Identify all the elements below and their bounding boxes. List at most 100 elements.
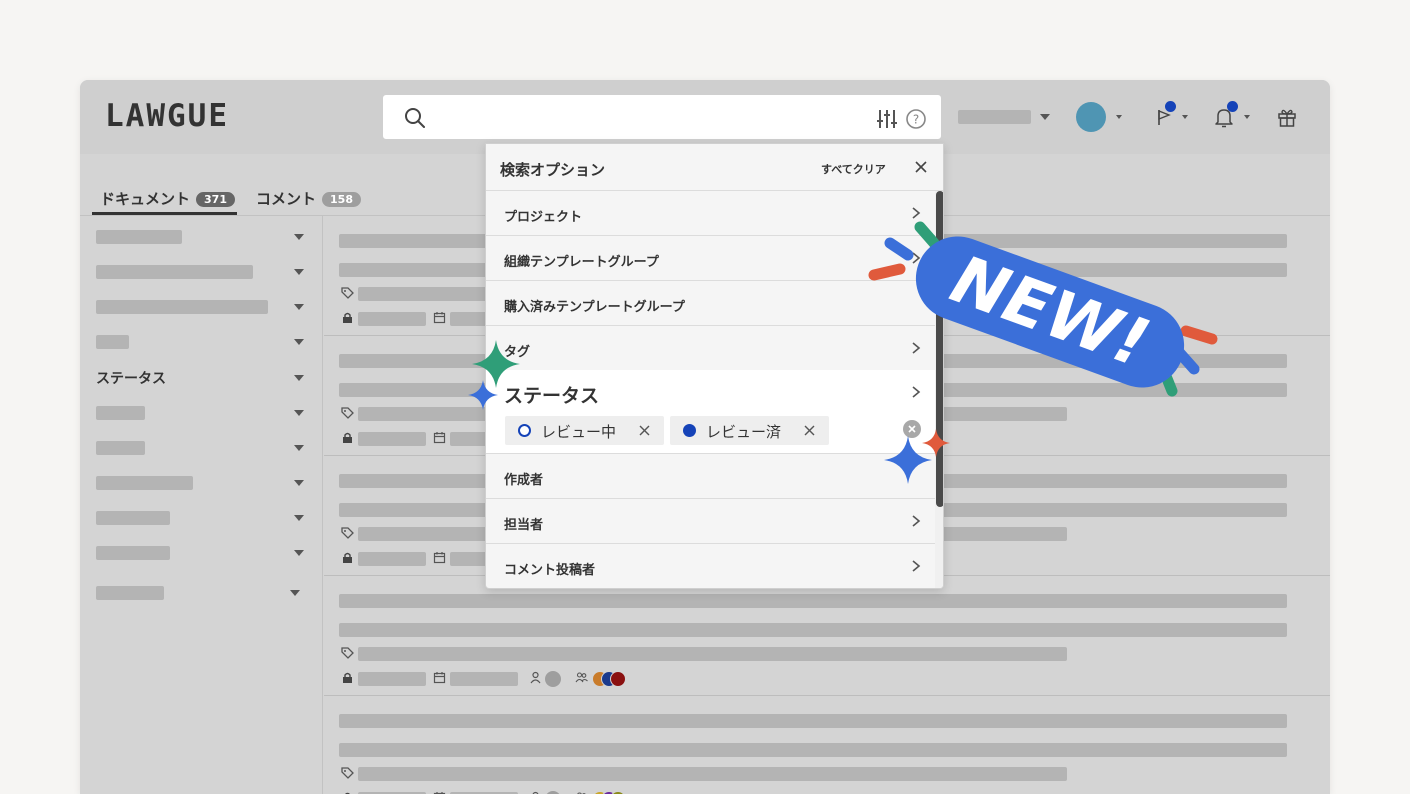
clear-all-button[interactable]: すべてクリア	[821, 161, 886, 177]
tag-icon	[341, 767, 354, 779]
option-author[interactable]: 作成者	[486, 454, 936, 499]
tags-placeholder	[358, 647, 1067, 661]
screenshot-frame: LAWGUE ? ドキュメント 371 コメント 158 ステータス 検索オプシ…	[0, 0, 1410, 794]
chip-label: レビュー済	[706, 423, 782, 441]
sidebar-item[interactable]	[96, 511, 306, 525]
chevron-down-icon	[290, 590, 300, 596]
chevron-down-icon	[294, 445, 304, 451]
sidebar-item[interactable]	[96, 265, 306, 279]
sidebar-item[interactable]	[96, 300, 306, 314]
status-chip-reviewed[interactable]: レビュー済	[670, 416, 829, 445]
active-tab-indicator	[92, 212, 237, 215]
option-commenter[interactable]: コメント投稿者	[486, 544, 936, 588]
calendar-icon	[433, 672, 446, 684]
chevron-down-icon	[294, 375, 304, 381]
option-label: コメント投稿者	[504, 563, 596, 578]
document-card[interactable]	[324, 576, 1330, 696]
tab-label: コメント	[256, 190, 317, 208]
count-badge: 371	[196, 192, 235, 207]
dropdown-header: 検索オプション すべてクリア	[486, 144, 943, 191]
chevron-right-icon	[912, 560, 921, 572]
users-icon	[575, 672, 588, 683]
sidebar-item[interactable]	[96, 476, 306, 490]
notification-dot	[1227, 101, 1238, 112]
document-card[interactable]	[324, 696, 1330, 794]
sparkle-icon	[468, 380, 498, 410]
assignee-avatar	[610, 671, 626, 687]
chevron-down-icon	[294, 410, 304, 416]
tab-label: ドキュメント	[100, 190, 191, 208]
new-sticker-text: NEW!	[942, 241, 1159, 383]
new-sticker: NEW!	[868, 221, 1218, 397]
title-placeholder	[339, 594, 1287, 608]
lock-icon	[343, 552, 352, 563]
title-placeholder	[339, 623, 1287, 637]
project-placeholder	[358, 432, 426, 446]
count-badge: 158	[322, 192, 361, 207]
chevron-down-icon	[294, 480, 304, 486]
lock-icon	[343, 672, 352, 683]
project-placeholder	[358, 552, 426, 566]
calendar-icon	[433, 312, 446, 324]
chevron-right-icon	[912, 515, 921, 527]
svg-text:?: ?	[913, 113, 919, 127]
date-placeholder	[450, 672, 518, 686]
outline-dot-icon	[518, 424, 531, 437]
chevron-down-icon[interactable]	[1244, 115, 1250, 119]
status-chip-in-review[interactable]: レビュー中	[505, 416, 664, 445]
project-placeholder	[358, 672, 426, 686]
chip-label: レビュー中	[541, 423, 617, 441]
close-icon[interactable]	[913, 159, 929, 175]
title-placeholder	[339, 743, 1287, 757]
calendar-icon	[433, 552, 446, 564]
chevron-down-icon[interactable]	[1040, 114, 1050, 120]
sidebar-item[interactable]	[96, 546, 306, 560]
tab-documents[interactable]: ドキュメント 371	[100, 188, 235, 209]
tab-comments[interactable]: コメント 158	[256, 188, 361, 209]
user-icon	[530, 671, 541, 684]
help-icon[interactable]: ?	[905, 108, 927, 130]
chevron-down-icon	[294, 234, 304, 240]
sliders-icon[interactable]	[876, 108, 898, 130]
tag-icon	[341, 647, 354, 659]
option-label: 作成者	[504, 473, 544, 488]
lock-icon	[343, 432, 352, 443]
calendar-icon	[433, 432, 446, 444]
option-assignee[interactable]: 担当者	[486, 499, 936, 544]
chevron-down-icon	[294, 269, 304, 275]
sidebar-item-status[interactable]: ステータス	[96, 371, 306, 387]
chevron-down-icon	[294, 515, 304, 521]
chevron-down-icon[interactable]	[1116, 115, 1122, 119]
gift-icon[interactable]	[1276, 106, 1298, 128]
tag-icon	[341, 527, 354, 539]
author-avatar	[545, 671, 561, 687]
option-label: 担当者	[504, 518, 544, 533]
option-label: プロジェクト	[504, 210, 583, 225]
sidebar-item[interactable]	[96, 586, 306, 600]
sparkle-icon	[922, 429, 950, 457]
close-icon[interactable]	[803, 424, 816, 437]
sidebar-item[interactable]	[96, 335, 306, 349]
sidebar-item[interactable]	[96, 230, 306, 244]
chevron-down-icon	[294, 304, 304, 310]
close-icon[interactable]	[638, 424, 651, 437]
lock-icon	[343, 312, 352, 323]
chevron-down-icon[interactable]	[1182, 115, 1188, 119]
filled-dot-icon	[683, 424, 696, 437]
project-placeholder	[358, 312, 426, 326]
tag-icon	[341, 287, 354, 299]
search-box[interactable]: ?	[382, 94, 942, 140]
title-placeholder	[339, 714, 1287, 728]
sidebar-item-label: ステータス	[96, 371, 166, 387]
option-label: 組織テンプレートグループ	[504, 255, 659, 270]
chevron-down-icon	[294, 550, 304, 556]
workspace-selector[interactable]	[958, 110, 1031, 124]
logo[interactable]: LAWGUE	[105, 98, 229, 134]
tag-icon	[341, 407, 354, 419]
avatar[interactable]	[1076, 102, 1106, 132]
search-icon	[405, 108, 425, 128]
sidebar-item[interactable]	[96, 441, 306, 455]
sidebar-item[interactable]	[96, 406, 306, 420]
filter-sidebar: ステータス	[80, 216, 323, 794]
option-label: 購入済みテンプレートグループ	[504, 300, 685, 315]
